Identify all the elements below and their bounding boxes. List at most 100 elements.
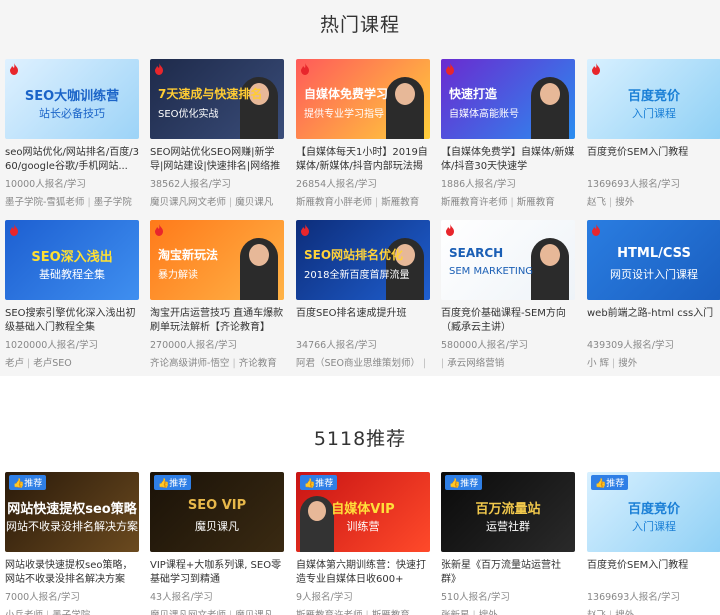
- hot-course-card[interactable]: 淘宝新玩法 暴力解读 淘宝开店运营技巧 直通车爆款刷单玩法解析【齐论教育】 27000…: [150, 220, 284, 371]
- org-name[interactable]: 搜外: [615, 197, 634, 208]
- course-title[interactable]: 百度竞价基础课程-SEM方向（臧承云主讲）: [441, 307, 575, 335]
- course-thumbnail[interactable]: 淘宝新玩法 暴力解读: [150, 220, 284, 300]
- meta-separator: |: [606, 610, 615, 615]
- course-thumbnail[interactable]: 百度竞价 入门课程 👍推荐: [587, 472, 720, 552]
- org-name[interactable]: 搜外: [618, 358, 637, 369]
- teacher-name[interactable]: 老卢: [5, 358, 24, 369]
- hot-courses-title: 热门课程: [319, 14, 400, 36]
- org-name[interactable]: 斯雁教育: [517, 197, 555, 208]
- course-thumbnail[interactable]: 自媒体VIP 训练营 👍推荐: [296, 472, 430, 552]
- hot-course-card[interactable]: HTML/CSS 网页设计入门课程 web前端之路-html css入门 439309…: [587, 220, 720, 371]
- teacher-name[interactable]: 赵飞: [587, 197, 606, 208]
- course-provider: 赵飞 | 搜外: [587, 196, 720, 210]
- teacher-name[interactable]: 赵飞: [587, 610, 606, 615]
- enroll-count: 26854人报名/学习: [296, 179, 377, 190]
- course-thumbnail[interactable]: 自媒体免费学习 提供专业学习指导: [296, 59, 430, 139]
- hot-course-card[interactable]: 百度竞价 入门课程 百度竞价SEM入门教程 1369693人报名/学习 赵飞 | 搜外: [587, 59, 720, 210]
- teacher-name[interactable]: 张新星: [441, 610, 470, 615]
- enroll-count: 1020000人报名/学习: [5, 340, 99, 351]
- recommend-course-card[interactable]: SEO VIP 魔贝课凡 👍推荐 VIP课程+大咖系列课, SEO零基础学习到精通 43…: [150, 472, 284, 615]
- hot-course-card[interactable]: 7天速成与快速排名 SEO优化实战 SEO网站优化SEO网赚|新学导|网站建设|快速…: [150, 59, 284, 210]
- recommend-course-card[interactable]: 百万流量站运营社群 👍推荐张新星《百万流量站运营社群》 510人报名/学习张新星 |…: [441, 472, 575, 615]
- course-thumbnail[interactable]: SEO深入浅出 基础教程全集: [5, 220, 139, 300]
- meta-separator: |: [226, 197, 236, 208]
- meta-separator: |: [372, 197, 382, 208]
- course-thumbnail[interactable]: HTML/CSS 网页设计入门课程: [587, 220, 720, 300]
- teacher-name[interactable]: 斯雁教育许老师: [441, 197, 508, 208]
- thumbnail-headline: SEO深入浅出: [31, 250, 113, 265]
- org-name[interactable]: 承云网络营销: [447, 358, 504, 369]
- thumbnail-headline: SEARCH: [449, 246, 504, 260]
- meta-separator: |: [470, 610, 479, 615]
- recommend-course-card[interactable]: 自媒体VIP 训练营 👍推荐 自媒体第六期训练营：快速打造专业自媒体日收600+ 9人报…: [296, 472, 430, 615]
- course-provider: 斯雁教育小胖老师 | 斯雁教育: [296, 196, 430, 210]
- enroll-count: 510人报名/学习: [441, 592, 510, 603]
- hot-flame-icon: [446, 63, 454, 75]
- thumbnail-subline: 2018全新百度首屏流量: [304, 270, 410, 281]
- enroll-count: 43人报名/学习: [150, 592, 213, 603]
- course-provider: 小 辉 | 搜外: [587, 357, 720, 371]
- course-title[interactable]: SEO网站优化SEO网赚|新学导|网站建设|快速排名|网络推广...: [150, 146, 284, 174]
- teacher-name[interactable]: 小兵老师: [5, 610, 43, 615]
- hot-course-card[interactable]: SEARCH SEM MARKETING 百度竞价基础课程-SEM方向（臧承云主讲）…: [441, 220, 575, 371]
- course-title[interactable]: 张新星《百万流量站运营社群》: [441, 559, 575, 587]
- thumbnail-subline: 网站不收录没排名解决方案: [6, 520, 138, 533]
- thumbnail-subline: SEO优化实战: [158, 109, 219, 120]
- course-title[interactable]: seo网站优化/网站排名/百度/360/google谷歌/手机网站...: [5, 146, 139, 174]
- course-thumbnail[interactable]: SEO VIP 魔贝课凡 👍推荐: [150, 472, 284, 552]
- course-title[interactable]: 网站收录快速提权seo策略，网站不收录没排名解决方案: [5, 559, 139, 587]
- thumbnail-subline: 训练营: [346, 520, 380, 533]
- org-name[interactable]: 斯雁教育: [381, 197, 419, 208]
- thumbnail-subline: 暴力解读: [158, 270, 198, 281]
- course-thumbnail[interactable]: 网站快速提权seo策略 网站不收录没排名解决方案 👍推荐: [5, 472, 139, 552]
- org-name[interactable]: 搜外: [615, 610, 634, 615]
- course-title[interactable]: 百度竞价SEM入门教程: [587, 559, 720, 587]
- course-thumbnail[interactable]: SEARCH SEM MARKETING: [441, 220, 575, 300]
- recommend-badge: 👍推荐: [300, 475, 338, 490]
- course-title[interactable]: web前端之路-html css入门: [587, 307, 720, 335]
- org-name[interactable]: 魔贝课凡: [235, 610, 273, 615]
- org-name[interactable]: 斯雁教育: [372, 610, 410, 615]
- hot-course-card[interactable]: 自媒体免费学习 提供专业学习指导【自媒体每天1小时】2019自媒体/新媒体/抖音内…: [296, 59, 430, 210]
- org-name[interactable]: 魔贝课凡: [235, 197, 273, 208]
- course-thumbnail[interactable]: SEO网站排名优化 2018全新百度首屏流量: [296, 220, 430, 300]
- course-thumbnail[interactable]: 百度竞价 入门课程: [587, 59, 720, 139]
- hot-course-card[interactable]: SEO大咖训练营 站长必备技巧 seo网站优化/网站排名/百度/360/google…: [5, 59, 139, 210]
- hot-course-card[interactable]: 快速打造 自媒体高能账号 【自媒体免费学】自媒体/新媒体/抖音30天快速学 1886人…: [441, 59, 575, 210]
- course-title[interactable]: 百度SEO排名速成提升班: [296, 307, 430, 335]
- course-title[interactable]: 淘宝开店运营技巧 直通车爆款刷单玩法解析【齐论教育】: [150, 307, 284, 335]
- course-title[interactable]: 百度竞价SEM入门教程: [587, 146, 720, 174]
- org-name[interactable]: 墨子学院: [52, 610, 90, 615]
- recommend-course-card[interactable]: 网站快速提权seo策略 网站不收录没排名解决方案 👍推荐网站收录快速提权seo策略，…: [5, 472, 139, 615]
- org-name[interactable]: 搜外: [479, 610, 498, 615]
- course-title[interactable]: 【自媒体每天1小时】2019自媒体/新媒体/抖音内部玩法揭秘: [296, 146, 430, 174]
- thumbnail-subline: 运营社群: [486, 520, 530, 533]
- hot-flame-icon: [155, 224, 163, 236]
- course-thumbnail[interactable]: 百万流量站 运营社群 👍推荐: [441, 472, 575, 552]
- course-title[interactable]: 【自媒体免费学】自媒体/新媒体/抖音30天快速学: [441, 146, 575, 174]
- org-name[interactable]: 齐论教育: [239, 358, 277, 369]
- thumbnail-headline: 百度竞价: [627, 502, 680, 517]
- teacher-name[interactable]: 斯雁教育小胖老师: [296, 197, 372, 208]
- teacher-name[interactable]: 齐论高级讲师-悟空: [150, 358, 229, 369]
- course-title[interactable]: 自媒体第六期训练营：快速打造专业自媒体日收600+: [296, 559, 430, 587]
- org-name[interactable]: 老卢SEO: [33, 358, 72, 369]
- teacher-name[interactable]: 墨子学院-雪狐老师: [5, 197, 84, 208]
- teacher-name[interactable]: 魔贝课凡网文老师: [150, 197, 226, 208]
- teacher-name[interactable]: 小 辉: [587, 358, 609, 369]
- thumbnail-subline: 基础教程全集: [39, 268, 105, 281]
- course-thumbnail[interactable]: 7天速成与快速排名 SEO优化实战: [150, 59, 284, 139]
- teacher-name[interactable]: 斯雁教育许老师: [296, 610, 363, 615]
- course-title[interactable]: VIP课程+大咖系列课, SEO零基础学习到精通: [150, 559, 284, 587]
- enroll-count: 439309人报名/学习: [587, 340, 674, 351]
- course-thumbnail[interactable]: SEO大咖训练营 站长必备技巧: [5, 59, 139, 139]
- course-thumbnail[interactable]: 快速打造 自媒体高能账号: [441, 59, 575, 139]
- teacher-name[interactable]: 魔贝课凡网文老师: [150, 610, 226, 615]
- hot-course-card[interactable]: SEO网站排名优化 2018全新百度首屏流量 百度SEO排名速成提升班 34766人报…: [296, 220, 430, 371]
- org-name[interactable]: 墨子学院: [94, 197, 132, 208]
- hot-course-card[interactable]: SEO深入浅出 基础教程全集 SEO搜索引擎优化深入浅出初级基础入门教程全集 1020…: [5, 220, 139, 371]
- thumbnail-subline: 网页设计入门课程: [610, 268, 698, 281]
- recommend-course-card[interactable]: 百度竞价入门课程 👍推荐百度竞价SEM入门教程 1369693人报名/学习赵飞 | …: [587, 472, 720, 615]
- teacher-name[interactable]: 阿君（SEO商业思维策划师）: [296, 358, 420, 369]
- course-title[interactable]: SEO搜索引擎优化深入浅出初级基础入门教程全集: [5, 307, 139, 335]
